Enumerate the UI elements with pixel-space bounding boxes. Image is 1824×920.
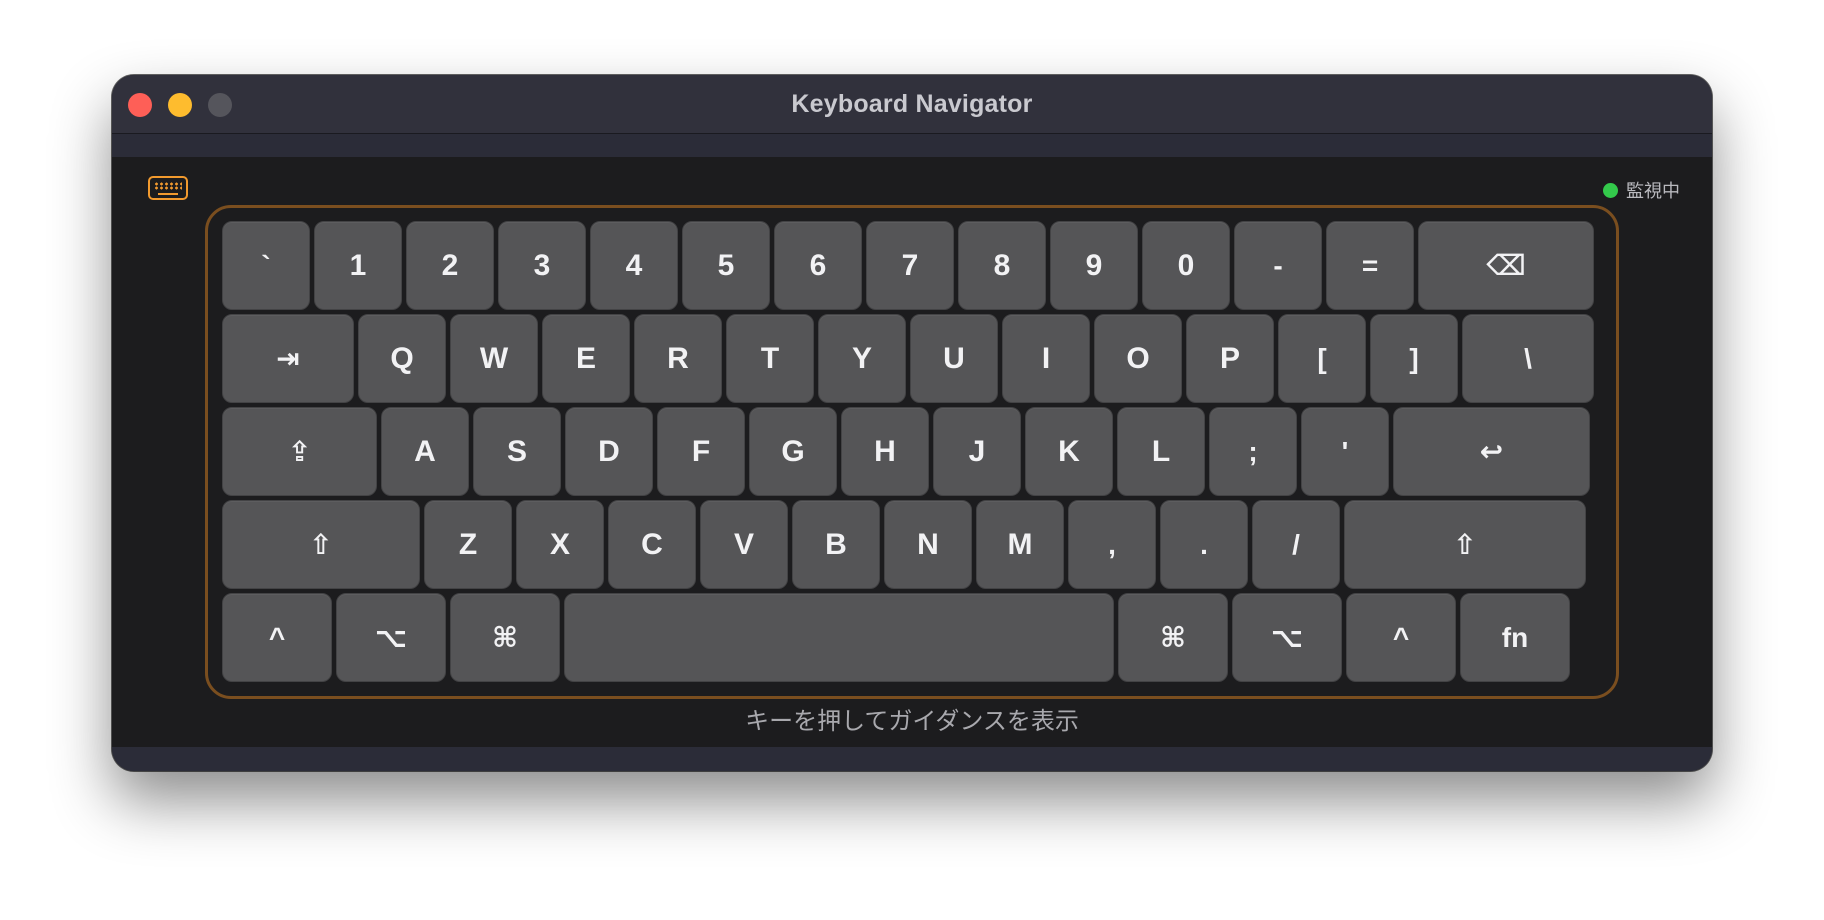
key-y[interactable]: Y — [818, 314, 906, 403]
key-v[interactable]: V — [700, 500, 788, 589]
key-9[interactable]: 9 — [1050, 221, 1138, 310]
key-symbol-1-12[interactable]: ] — [1370, 314, 1458, 403]
key-j[interactable]: J — [933, 407, 1021, 496]
key-x[interactable]: X — [516, 500, 604, 589]
key-7[interactable]: 7 — [866, 221, 954, 310]
window-title: Keyboard Navigator — [791, 90, 1033, 118]
key-e[interactable]: E — [542, 314, 630, 403]
status-dot-icon — [1603, 182, 1618, 198]
key-symbol-3-8[interactable]: , — [1068, 500, 1156, 589]
key-s[interactable]: S — [473, 407, 561, 496]
key-fn[interactable]: fn — [1460, 593, 1570, 682]
keyboard-icon[interactable] — [148, 176, 188, 200]
title-bar: Keyboard Navigator — [112, 75, 1712, 134]
guidance-hint: キーを押してガイダンスを表示 — [745, 708, 1079, 735]
key-symbol-3-10[interactable]: / — [1252, 500, 1340, 589]
key-return[interactable]: ↩ — [1393, 407, 1590, 496]
key-symbol-0-12[interactable]: = — [1326, 221, 1414, 310]
key-left-control[interactable]: ^ — [222, 593, 332, 682]
keyboard: ` 1 2 3 4 5 6 7 8 9 0- = ⌫ ⇥ Q W E R T Y U I O P[] \ ⇪ A S D F G H J K L; '… — [222, 221, 1604, 686]
key-left-command[interactable]: ⌘ — [450, 593, 560, 682]
status-label: 監視中 — [1626, 181, 1680, 201]
key-right-option[interactable]: ⌥ — [1232, 593, 1342, 682]
key-c[interactable]: C — [608, 500, 696, 589]
key-r[interactable]: R — [634, 314, 722, 403]
key-h[interactable]: H — [841, 407, 929, 496]
key-symbol-2-10[interactable]: ; — [1209, 407, 1297, 496]
key-1[interactable]: 1 — [314, 221, 402, 310]
key-symbol-0-11[interactable]: - — [1234, 221, 1322, 310]
key-caps-lock[interactable]: ⇪ — [222, 407, 377, 496]
key-8[interactable]: 8 — [958, 221, 1046, 310]
key-t[interactable]: T — [726, 314, 814, 403]
key-z[interactable]: Z — [424, 500, 512, 589]
key-symbol-1-11[interactable]: [ — [1278, 314, 1366, 403]
key-n[interactable]: N — [884, 500, 972, 589]
keyboard-row-2: ⇥ Q W E R T Y U I O P[] \ — [222, 314, 1604, 403]
key-right-shift[interactable]: ⇧ — [1344, 500, 1586, 589]
key-m[interactable]: M — [976, 500, 1064, 589]
monitoring-status: 監視中 — [1603, 177, 1680, 203]
key-symbol-3-9[interactable]: . — [1160, 500, 1248, 589]
key-l[interactable]: L — [1117, 407, 1205, 496]
key-0[interactable]: 0 — [1142, 221, 1230, 310]
key-i[interactable]: I — [1002, 314, 1090, 403]
key-u[interactable]: U — [910, 314, 998, 403]
key-f[interactable]: F — [657, 407, 745, 496]
key-symbol-0-0[interactable]: ` — [222, 221, 310, 310]
key-space[interactable] — [564, 593, 1114, 682]
key-w[interactable]: W — [450, 314, 538, 403]
key-tab[interactable]: ⇥ — [222, 314, 354, 403]
key-g[interactable]: G — [749, 407, 837, 496]
bottom-strip — [112, 747, 1712, 771]
key-right-command[interactable]: ⌘ — [1118, 593, 1228, 682]
key-o[interactable]: O — [1094, 314, 1182, 403]
key-q[interactable]: Q — [358, 314, 446, 403]
keyboard-row-3: ⇪ A S D F G H J K L; ' ↩ — [222, 407, 1604, 496]
key-d[interactable]: D — [565, 407, 653, 496]
key-6[interactable]: 6 — [774, 221, 862, 310]
keyboard-row-1: ` 1 2 3 4 5 6 7 8 9 0- = ⌫ — [222, 221, 1604, 310]
key-backslash[interactable]: \ — [1462, 314, 1594, 403]
key-3[interactable]: 3 — [498, 221, 586, 310]
key-right-control[interactable]: ^ — [1346, 593, 1456, 682]
key-left-shift[interactable]: ⇧ — [222, 500, 420, 589]
key-p[interactable]: P — [1186, 314, 1274, 403]
key-b[interactable]: B — [792, 500, 880, 589]
toolbar-strip — [112, 134, 1712, 157]
key-a[interactable]: A — [381, 407, 469, 496]
key-delete[interactable]: ⌫ — [1418, 221, 1594, 310]
key-left-option[interactable]: ⌥ — [336, 593, 446, 682]
key-2[interactable]: 2 — [406, 221, 494, 310]
key-4[interactable]: 4 — [590, 221, 678, 310]
key-symbol-2-11[interactable]: ' — [1301, 407, 1389, 496]
keyboard-row-4: ⇧ Z X C V B N M,. / ⇧ — [222, 500, 1604, 589]
key-5[interactable]: 5 — [682, 221, 770, 310]
keyboard-row-5: ^ ⌥ ⌘ ⌘ ⌥ ^ fn — [222, 593, 1604, 682]
key-k[interactable]: K — [1025, 407, 1113, 496]
app-window: Keyboard Navigator 監視中 ` 1 2 3 4 5 6 7 8 9 0- = ⌫ ⇥ Q W… — [112, 75, 1712, 771]
